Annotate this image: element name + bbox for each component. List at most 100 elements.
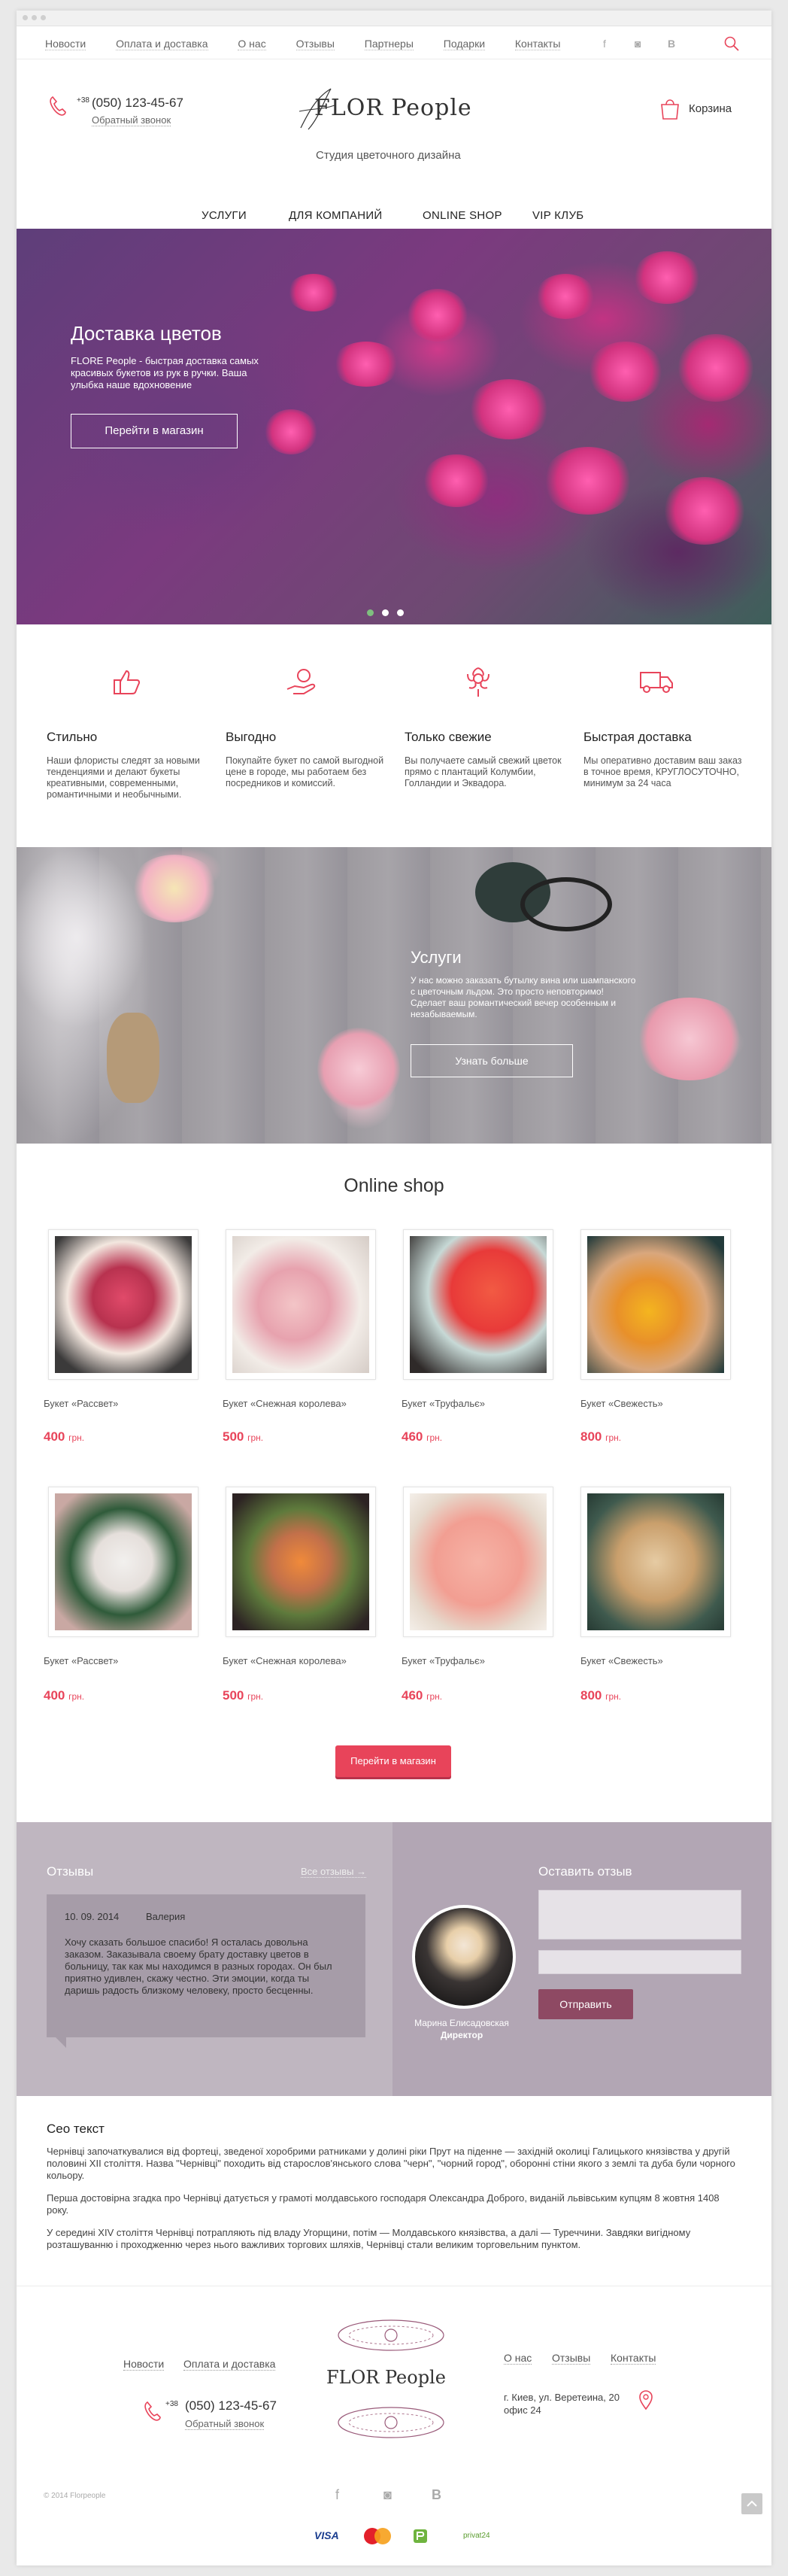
product-image[interactable] xyxy=(580,1229,731,1380)
feature-title: Стильно xyxy=(47,730,98,744)
instagram-icon[interactable]: ◙ xyxy=(383,2487,392,2503)
services-title: Услуги xyxy=(411,948,462,967)
phone-icon xyxy=(50,96,66,116)
cart-icon[interactable] xyxy=(659,96,681,120)
footer-nav-news[interactable]: Новости xyxy=(123,2358,165,2371)
copyright: © 2014 Florpeople xyxy=(44,2492,106,2500)
topnav-payment[interactable]: Оплата и доставка xyxy=(116,38,208,50)
product-price: 800 грн. xyxy=(580,1429,622,1444)
hero-title: Доставка цветов xyxy=(71,322,222,345)
product-name[interactable]: Букет «Свежесть» xyxy=(580,1398,663,1409)
product-image[interactable] xyxy=(580,1487,731,1637)
instagram-icon[interactable]: ◙ xyxy=(635,38,641,50)
callback-link[interactable]: Обратный звонок xyxy=(92,114,171,126)
delivery-truck-icon xyxy=(640,672,673,693)
product-name[interactable]: Букет «Труфальє» xyxy=(402,1398,485,1409)
privat24-label: privat24 xyxy=(463,2532,490,2540)
phone-prefix: +38 xyxy=(77,96,89,105)
shop-title: Online shop xyxy=(344,1175,444,1196)
footer-nav-about[interactable]: О нас xyxy=(504,2352,532,2365)
window-dot xyxy=(23,15,28,20)
slider-dot[interactable] xyxy=(382,609,389,616)
feature-text: Наши флористы следят за новыми тенденция… xyxy=(47,755,200,800)
product-price: 460 грн. xyxy=(402,1688,443,1703)
footer-address: г. Киев, ул. Веретеина, 20 офис 24 xyxy=(504,2392,620,2416)
services-text: У нас можно заказать бутылку вина или ша… xyxy=(411,975,636,1019)
avatar xyxy=(412,1905,516,2009)
product-image[interactable] xyxy=(48,1487,199,1637)
review-name-field[interactable] xyxy=(538,1950,741,1974)
hero-banner: Доставка цветов FLORE People - быстрая д… xyxy=(17,229,771,624)
product-image[interactable] xyxy=(226,1229,376,1380)
privat24-icon xyxy=(414,2529,427,2543)
seo-paragraph: Чернівці започаткувалися від фортеці, зв… xyxy=(47,2146,735,2181)
footer-phone[interactable]: (050) 123-45-67 xyxy=(185,2398,277,2413)
slider-dot-active[interactable] xyxy=(367,609,374,616)
seo-paragraph: Перша достовірна згадка про Чернівці дат… xyxy=(47,2192,720,2216)
logo[interactable]: FLOR People xyxy=(293,83,496,135)
product-image[interactable] xyxy=(403,1487,553,1637)
vk-icon[interactable]: B xyxy=(668,38,675,50)
hero-text: FLORE People - быстрая доставка самых кр… xyxy=(71,355,259,390)
hero-shop-button[interactable]: Перейти в магазин xyxy=(71,414,238,448)
product-name[interactable]: Букет «Снежная королева» xyxy=(223,1655,347,1666)
topnav-news[interactable]: Новости xyxy=(45,38,86,50)
search-icon[interactable] xyxy=(723,35,740,52)
phone-number[interactable]: (050) 123-45-67 xyxy=(92,96,183,111)
seo-text: Чернівці започаткувалися від фортеці, зв… xyxy=(47,2146,738,2262)
topnav-about[interactable]: О нас xyxy=(238,38,266,50)
feature-text: Покупайте букет по самой выгодной цене в… xyxy=(226,755,384,788)
slider-dot[interactable] xyxy=(397,609,404,616)
visa-logo: VISA xyxy=(314,2529,339,2541)
topnav-contacts[interactable]: Контакты xyxy=(514,38,561,50)
review-author: Валерия xyxy=(146,1911,186,1922)
shop-button[interactable]: Перейти в магазин xyxy=(335,1745,451,1777)
services-banner: Услуги У нас можно заказать бутылку вина… xyxy=(17,847,771,1144)
topnav-partners[interactable]: Партнеры xyxy=(364,38,414,50)
facebook-icon[interactable]: f xyxy=(603,38,606,50)
footer-nav-reviews[interactable]: Отзывы xyxy=(552,2352,591,2365)
vk-icon[interactable]: B xyxy=(432,2487,441,2503)
mainnav-online-shop[interactable]: ONLINE SHOP xyxy=(423,209,502,222)
all-reviews-link[interactable]: Все отзывы → xyxy=(301,1866,367,1878)
topnav-gifts[interactable]: Подарки xyxy=(443,38,486,50)
scroll-top-button[interactable] xyxy=(741,2493,762,2514)
thumbs-up-icon xyxy=(114,670,141,694)
feature-title: Быстрая доставка xyxy=(583,730,692,744)
flower-icon xyxy=(467,667,489,697)
page-frame: Новости Оплата и доставка О нас Отзывы П… xyxy=(17,11,771,2565)
product-name[interactable]: Букет «Рассвет» xyxy=(44,1655,118,1666)
review-text: Хочу сказать большое спасибо! Я осталась… xyxy=(65,1937,332,1996)
product-name[interactable]: Букет «Рассвет» xyxy=(44,1398,118,1409)
feature-text: Мы оперативно доставим ваш заказ в точно… xyxy=(583,755,742,788)
mainnav-companies[interactable]: ДЛЯ КОМПАНИЙ xyxy=(289,209,383,222)
product-image[interactable] xyxy=(48,1229,199,1380)
window-bar xyxy=(17,11,771,26)
facebook-icon[interactable]: f xyxy=(335,2487,339,2503)
topnav-reviews[interactable]: Отзывы xyxy=(296,38,335,50)
product-name[interactable]: Букет «Свежесть» xyxy=(580,1655,663,1666)
product-image[interactable] xyxy=(226,1487,376,1637)
product-price: 800 грн. xyxy=(580,1688,622,1703)
site-subtitle: Студия цветочного дизайна xyxy=(316,149,461,162)
feature-title: Выгодно xyxy=(226,730,277,744)
footer-nav-contacts[interactable]: Контакты xyxy=(611,2352,656,2365)
services-more-button[interactable]: Узнать больше xyxy=(411,1044,573,1077)
footer-nav-payment[interactable]: Оплата и доставка xyxy=(183,2358,276,2371)
top-nav: Новости Оплата и доставка О нас Отзывы П… xyxy=(45,38,587,50)
review-textarea[interactable] xyxy=(538,1890,741,1940)
footer-logo[interactable]: FLOR People xyxy=(316,2302,466,2453)
logo-text: FLOR People xyxy=(314,95,472,121)
mainnav-vip[interactable]: VIP КЛУБ xyxy=(532,209,583,222)
product-image[interactable] xyxy=(403,1229,553,1380)
product-price: 400 грн. xyxy=(44,1429,85,1444)
feature-title: Только свежие xyxy=(405,730,492,744)
submit-button[interactable]: Отправить xyxy=(538,1989,633,2019)
product-name[interactable]: Букет «Труфальє» xyxy=(402,1655,485,1666)
cart-label[interactable]: Корзина xyxy=(689,102,732,115)
feature-text: Вы получаете самый свежий цветок прямо с… xyxy=(405,755,562,788)
mainnav-services[interactable]: УСЛУГИ xyxy=(202,209,247,222)
footer-callback-link[interactable]: Обратный звонок xyxy=(185,2418,265,2430)
product-price: 460 грн. xyxy=(402,1429,443,1444)
product-name[interactable]: Букет «Снежная королева» xyxy=(223,1398,347,1409)
